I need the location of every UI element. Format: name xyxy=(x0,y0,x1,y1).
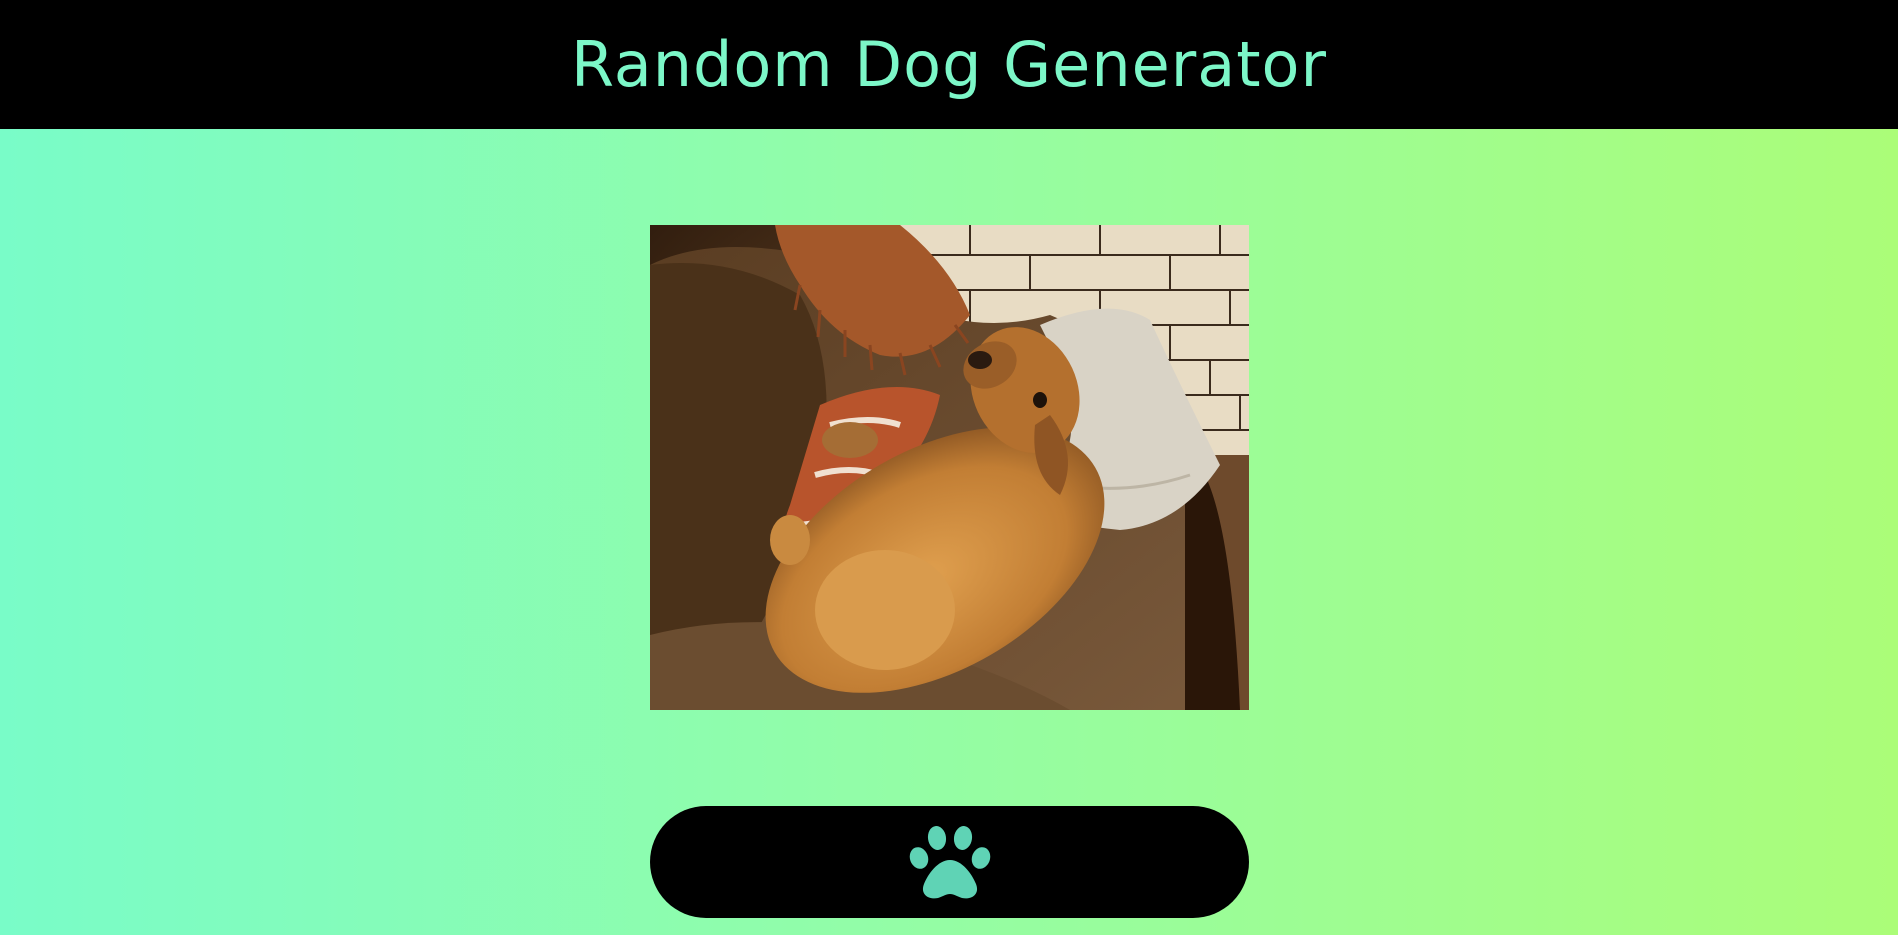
dog-photo-graphic xyxy=(650,225,1249,710)
paw-icon xyxy=(909,826,990,899)
header-bar: Random Dog Generator xyxy=(0,0,1898,129)
dog-image xyxy=(650,225,1249,710)
page-title: Random Dog Generator xyxy=(571,28,1327,101)
generate-dog-button[interactable] xyxy=(650,806,1249,918)
